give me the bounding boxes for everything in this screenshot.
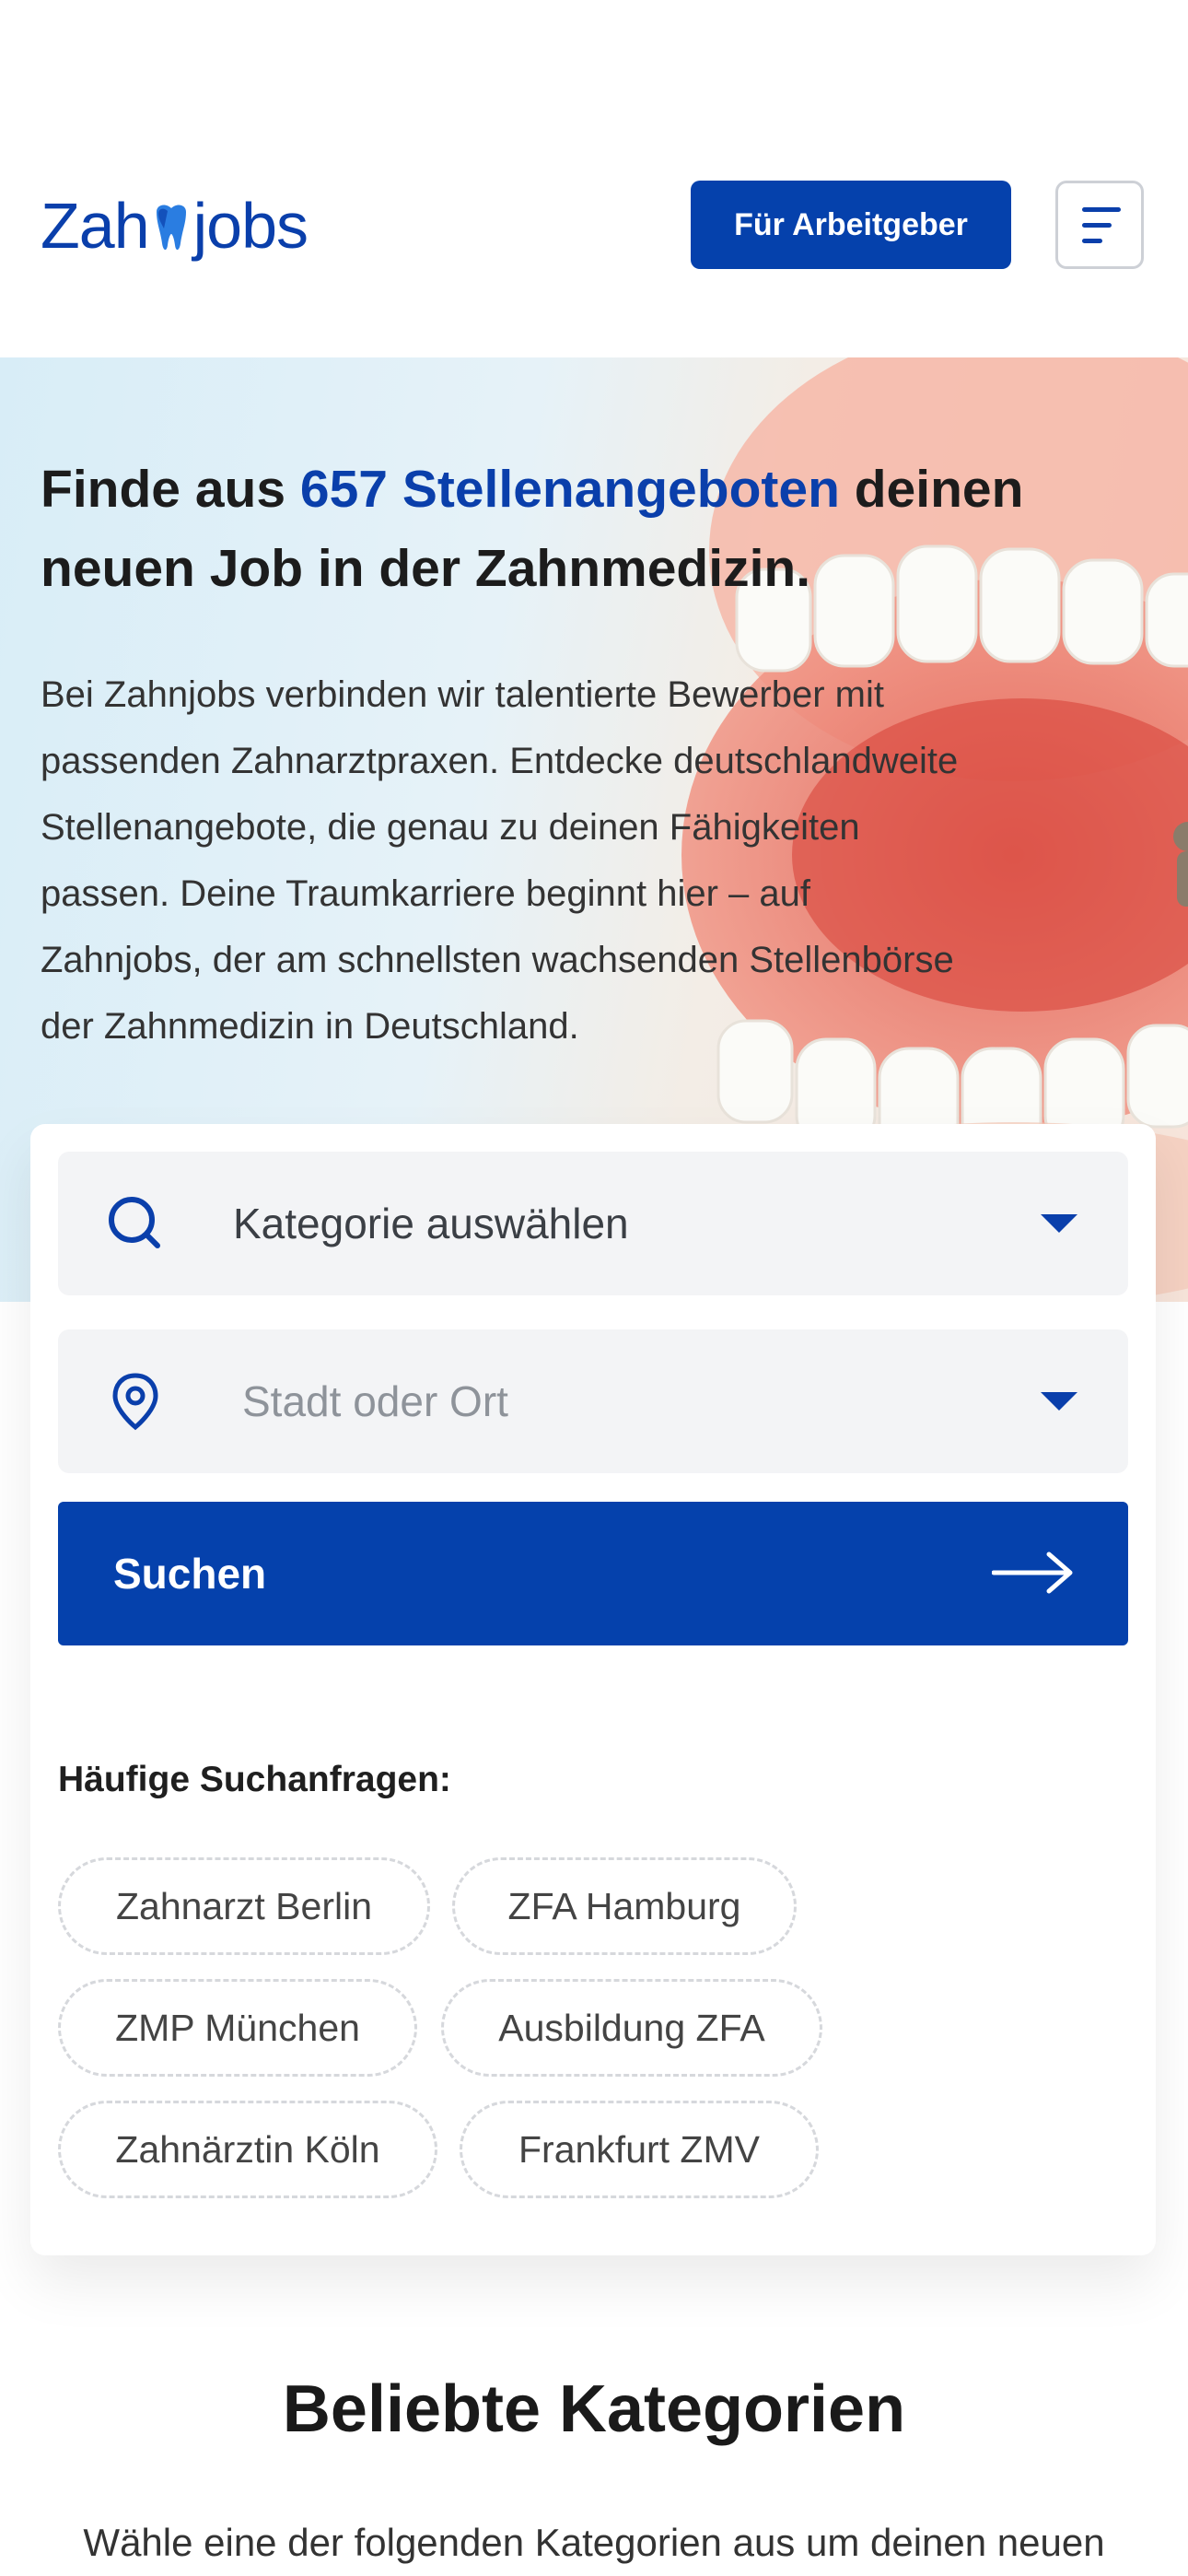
categories-subtitle: Wähle eine der folgenden Kategorien aus … bbox=[83, 2521, 1105, 2564]
search-chip[interactable]: Frankfurt ZMV bbox=[460, 2101, 819, 2198]
search-button-label: Suchen bbox=[113, 1550, 267, 1598]
logo-text-end: jobs bbox=[192, 190, 309, 262]
category-select-value: Kategorie auswählen bbox=[233, 1200, 629, 1247]
search-card: Kategorie auswählen Stadt oder Ort Suche… bbox=[30, 1124, 1156, 2255]
job-count-highlight: 657 Stellenangeboten bbox=[299, 460, 840, 519]
hero-description: Bei Zahnjobs verbinden wir talentierte B… bbox=[41, 674, 959, 1047]
location-field[interactable]: Stadt oder Ort bbox=[58, 1329, 1128, 1473]
zahnjobs-logo[interactable]: Zah jobs bbox=[41, 184, 309, 267]
hero-title-start: Finde aus bbox=[41, 460, 300, 519]
site-header: Zah jobs Für Arbeitgeber bbox=[0, 0, 1188, 357]
arrow-right-icon bbox=[992, 1551, 1073, 1594]
menu-line-3 bbox=[1082, 238, 1102, 243]
frequent-searches-title: Häufige Suchanfragen: bbox=[58, 1760, 451, 1799]
hero-title: Finde aus 657 Stellenangeboten deinen ne… bbox=[41, 450, 1146, 608]
location-pin-icon bbox=[112, 1373, 158, 1431]
location-placeholder: Stadt oder Ort bbox=[242, 1377, 508, 1425]
categories-title: Beliebte Kategorien bbox=[282, 2372, 906, 2446]
chevron-down-icon bbox=[1041, 1392, 1077, 1411]
search-icon bbox=[109, 1197, 160, 1248]
menu-button[interactable] bbox=[1055, 181, 1144, 269]
search-button[interactable]: Suchen bbox=[58, 1502, 1128, 1645]
menu-line-2 bbox=[1082, 222, 1112, 228]
tooth-logo-icon bbox=[156, 205, 186, 251]
search-chip[interactable]: Zahnarzt Berlin bbox=[58, 1857, 430, 1955]
chevron-down-icon bbox=[1041, 1214, 1077, 1233]
employer-button[interactable]: Für Arbeitgeber bbox=[691, 181, 1011, 269]
search-chip[interactable]: ZFA Hamburg bbox=[452, 1857, 797, 1955]
category-select[interactable]: Kategorie auswählen bbox=[58, 1152, 1128, 1295]
search-chip[interactable]: Zahnärztin Köln bbox=[58, 2101, 437, 2198]
menu-line-1 bbox=[1082, 206, 1121, 212]
search-chip[interactable]: Ausbildung ZFA bbox=[441, 1979, 822, 2077]
search-chip[interactable]: ZMP München bbox=[58, 1979, 417, 2077]
logo-text-start: Zah bbox=[41, 190, 150, 262]
